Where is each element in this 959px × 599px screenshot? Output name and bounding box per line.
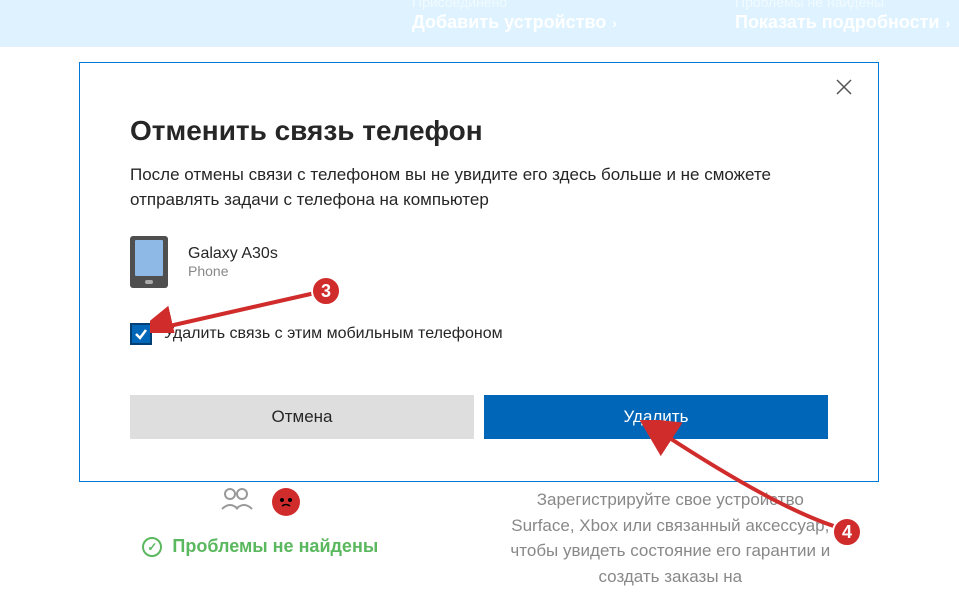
device-type: Phone [188,263,278,279]
no-problems-header: Проблемы не найдены [735,0,950,10]
bot-threat-icon [272,488,300,516]
modal-description: После отмены связи с телефоном вы не уви… [130,163,828,212]
show-details-text: Показать подробности [735,12,939,33]
close-button[interactable] [836,79,860,103]
checkbox-label: Удалить связь с этим мобильным телефоном [164,325,503,343]
modal-title: Отменить связь телефон [130,115,828,147]
unlink-checkbox[interactable] [130,323,152,345]
people-icon [220,487,254,516]
annotation-badge-3: 3 [311,276,341,306]
cancel-button[interactable]: Отмена [130,395,474,439]
phone-icon [130,236,168,288]
check-circle-icon: ✓ [142,537,162,557]
chevron-right-icon: › [945,15,950,31]
delete-button[interactable]: Удалить [484,395,828,439]
show-details-link[interactable]: Показать подробности › [735,12,950,33]
top-banner: Присоединено Добавить устройство › Пробл… [0,0,959,47]
no-problems-status: Проблемы не найдены [172,536,378,557]
annotation-badge-4: 4 [832,517,862,547]
connected-label: Присоединено [412,0,617,10]
chevron-right-icon: › [612,15,617,31]
add-device-link[interactable]: Добавить устройство › [412,12,617,33]
add-device-text: Добавить устройство [412,12,606,33]
register-device-text: Зарегистрируйте свое устройство Surface,… [506,487,835,589]
device-row: Galaxy A30s Phone [130,236,828,288]
unlink-phone-modal: Отменить связь телефон После отмены связ… [79,62,879,482]
device-name: Galaxy A30s [188,245,278,263]
